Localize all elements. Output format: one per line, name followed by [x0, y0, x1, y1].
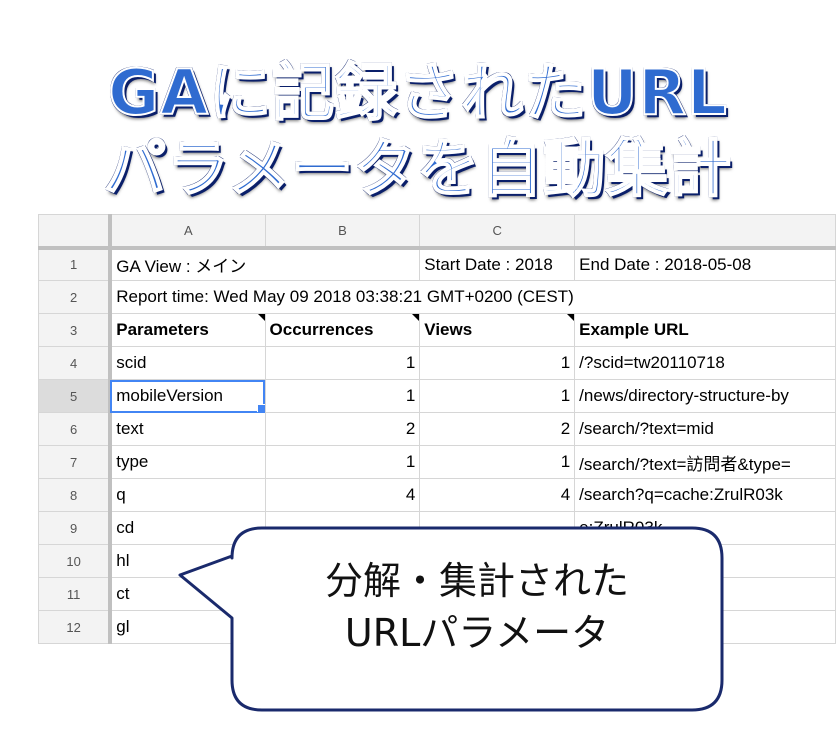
- row-header[interactable]: 11: [38, 577, 113, 611]
- table-row: 9 cd e:ZrulR03k: [38, 511, 836, 545]
- occurrences-cell[interactable]: 4: [264, 478, 421, 512]
- parameter-cell[interactable]: scid: [109, 346, 266, 380]
- note-marker: [257, 314, 265, 321]
- row-header[interactable]: 4: [38, 346, 113, 380]
- table-row: 3 Parameters Occurrences Views Example U…: [38, 313, 836, 347]
- row-header[interactable]: 12: [38, 610, 113, 644]
- row-header[interactable]: 7: [38, 445, 113, 479]
- row-header[interactable]: 5: [38, 379, 113, 413]
- row-header[interactable]: 6: [38, 412, 113, 446]
- example-url-cell[interactable]: e:ZrulR03k: [574, 511, 836, 545]
- table-row: 1 GA View : メイン Start Date : 2018 End Da…: [38, 247, 836, 281]
- views-cell[interactable]: 1: [419, 346, 576, 380]
- occurrences-cell[interactable]: [264, 511, 421, 545]
- views-cell[interactable]: [419, 511, 576, 545]
- cell-a1[interactable]: GA View : メイン: [109, 247, 421, 281]
- occurrences-cell[interactable]: 2: [264, 412, 421, 446]
- cell-text: Parameters: [116, 320, 209, 339]
- callout-text: 分解・集計された URLパラメータ: [232, 555, 722, 659]
- parameter-cell[interactable]: text: [109, 412, 266, 446]
- row-header[interactable]: 8: [38, 478, 113, 512]
- occurrences-cell[interactable]: 1: [264, 445, 421, 479]
- title-line-2: パラメータを自動集計: [103, 131, 733, 206]
- cell-d1[interactable]: End Date : 2018-05-08: [574, 247, 836, 281]
- example-url-cell[interactable]: /search?q=cache:ZrulR03k: [574, 478, 836, 512]
- header-cell-example-url[interactable]: Example URL: [574, 313, 836, 347]
- row-header[interactable]: 9: [38, 511, 113, 545]
- header-cell-views[interactable]: Views: [419, 313, 576, 347]
- row-header[interactable]: 10: [38, 544, 113, 578]
- occurrences-cell[interactable]: 1: [264, 346, 421, 380]
- occurrences-cell[interactable]: 1: [264, 379, 421, 413]
- header-cell-occurrences[interactable]: Occurrences: [264, 313, 421, 347]
- cell-c1[interactable]: Start Date : 2018: [419, 247, 576, 281]
- example-url-cell[interactable]: /search/?text=訪問者&type=: [574, 445, 836, 479]
- example-url-cell[interactable]: /news/directory-structure-by: [574, 379, 836, 413]
- table-row: 7 type 1 1 /search/?text=訪問者&type=: [38, 445, 836, 479]
- cell-text: Views: [424, 320, 473, 339]
- cell-text: Occurrences: [269, 320, 374, 339]
- table-row: 6 text 2 2 /search/?text=mid: [38, 412, 836, 446]
- parameter-cell[interactable]: q: [109, 478, 266, 512]
- cell-a2[interactable]: Report time: Wed May 09 2018 03:38:21 GM…: [109, 280, 836, 314]
- selected-cell[interactable]: mobileVersion: [109, 379, 266, 413]
- row-header[interactable]: 1: [38, 247, 113, 281]
- cell-text: mobileVersion: [116, 386, 224, 405]
- header-cell-parameters[interactable]: Parameters: [109, 313, 266, 347]
- example-url-cell[interactable]: /search/?text=mid: [574, 412, 836, 446]
- column-header-d[interactable]: [574, 214, 836, 250]
- row-header[interactable]: 2: [38, 280, 113, 314]
- column-header-b[interactable]: B: [264, 214, 421, 250]
- row-header[interactable]: 3: [38, 313, 113, 347]
- views-cell[interactable]: 1: [419, 379, 576, 413]
- example-url-cell[interactable]: /?scid=tw20110718: [574, 346, 836, 380]
- column-header-a[interactable]: A: [109, 214, 266, 250]
- callout-line-2: URLパラメータ: [344, 611, 610, 655]
- table-row: 8 q 4 4 /search?q=cache:ZrulR03k: [38, 478, 836, 512]
- parameter-cell[interactable]: cd: [109, 511, 266, 545]
- column-header-c[interactable]: C: [419, 214, 576, 250]
- select-all-corner[interactable]: [38, 214, 113, 250]
- views-cell[interactable]: 2: [419, 412, 576, 446]
- note-marker: [567, 314, 574, 321]
- callout-line-1: 分解・集計された: [324, 559, 629, 603]
- note-marker: [412, 314, 419, 321]
- fill-handle[interactable]: [256, 404, 265, 412]
- table-row: 2 Report time: Wed May 09 2018 03:38:21 …: [38, 280, 836, 314]
- views-cell[interactable]: 1: [419, 445, 576, 479]
- views-cell[interactable]: 4: [419, 478, 576, 512]
- table-row: 5 mobileVersion 1 1 /news/directory-stru…: [38, 379, 836, 413]
- table-row: 4 scid 1 1 /?scid=tw20110718: [38, 346, 836, 380]
- parameter-cell[interactable]: type: [109, 445, 266, 479]
